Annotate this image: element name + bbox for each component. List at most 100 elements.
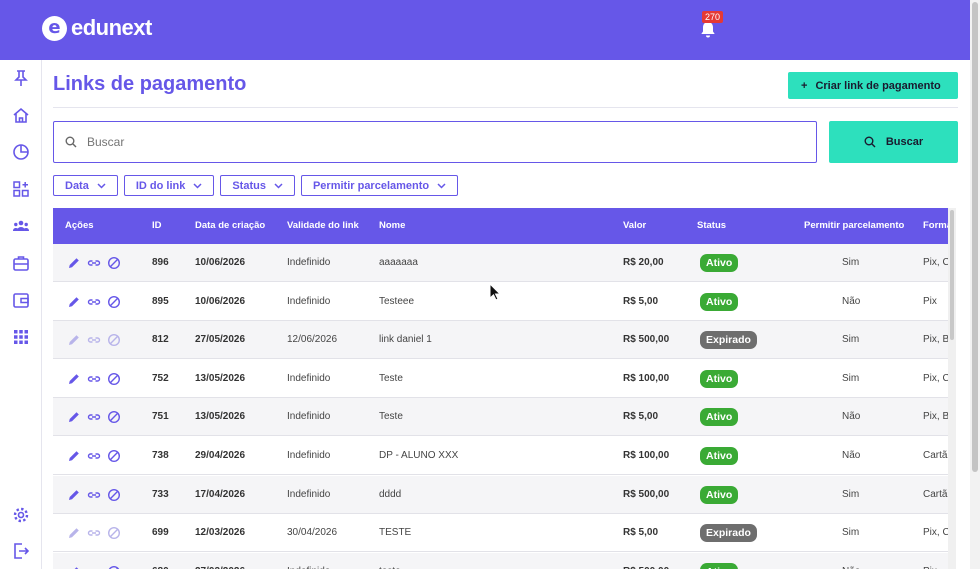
table-row[interactable]: 699 12/03/2026 30/04/2026 TESTE R$ 5,00 Expir… xyxy=(53,514,948,553)
search-field[interactable] xyxy=(53,121,817,163)
cell-value: R$ 100,00 xyxy=(623,450,670,461)
table-scroll-thumb[interactable] xyxy=(950,210,954,340)
cell-value: R$ 5,00 xyxy=(623,527,659,539)
filter-label: ID do link xyxy=(135,179,186,192)
row-actions xyxy=(67,565,121,569)
grid-plus-icon[interactable] xyxy=(11,179,31,199)
cancel-icon[interactable] xyxy=(107,372,121,386)
header-installments: Permitir parcelamento xyxy=(804,220,905,231)
table-header: Ações ID Data de criação Validade do lin… xyxy=(53,208,948,244)
link-icon[interactable] xyxy=(87,488,101,502)
cell-name: aaaaaaa xyxy=(379,257,418,268)
table-row[interactable]: 68027/03/2026IndefinidotesteR$ 500,00Ati… xyxy=(53,552,948,569)
row-actions xyxy=(67,488,121,502)
link-icon[interactable] xyxy=(87,333,101,347)
cancel-icon[interactable] xyxy=(107,449,121,463)
status-badge: Ativo xyxy=(700,292,739,311)
filter-link-id[interactable]: ID do link xyxy=(123,175,215,196)
logout-icon[interactable] xyxy=(11,541,31,561)
users-icon[interactable] xyxy=(11,216,31,236)
settings-icon[interactable] xyxy=(11,505,31,525)
cell-name: Teste xyxy=(379,411,403,423)
edit-icon[interactable] xyxy=(67,333,81,347)
cell-id: 812 xyxy=(152,334,169,346)
pie-chart-icon[interactable] xyxy=(11,142,31,162)
cell-method: Pix, C xyxy=(923,372,948,384)
link-icon[interactable] xyxy=(87,449,101,463)
cell-installments: Sim xyxy=(842,334,860,346)
edit-icon[interactable] xyxy=(67,410,81,424)
link-icon[interactable] xyxy=(87,410,101,424)
logo-mark: e xyxy=(42,15,67,41)
filter-label: Permitir parcelamento xyxy=(312,179,430,192)
wallet-icon[interactable] xyxy=(11,290,31,310)
cell-installments: Não xyxy=(842,295,861,307)
table-row[interactable]: 752 13/05/2026 Indefinido Teste R$ 100,00 Ati… xyxy=(53,360,948,398)
link-icon[interactable] xyxy=(87,372,101,386)
edit-icon[interactable] xyxy=(67,256,81,270)
filter-label: Status xyxy=(232,179,266,192)
cell-method: Cartã xyxy=(923,488,948,500)
home-icon[interactable] xyxy=(11,105,31,125)
filter-bar: Data ID do link Status Permitir parcelam… xyxy=(53,175,459,196)
table-row[interactable]: 733 17/04/2026 Indefinido dddd R$ 500,00 Ativ… xyxy=(53,475,948,514)
edit-icon[interactable] xyxy=(67,488,81,502)
payment-links-table: Ações ID Data de criação Validade do lin… xyxy=(53,208,948,569)
table-row[interactable]: 896 10/06/2026 Indefinido aaaaaaa R$ 20,00 At… xyxy=(53,244,948,282)
filter-date[interactable]: Data xyxy=(53,175,118,196)
table-row[interactable]: 738 29/04/2026 Indefinido DP - ALUNO XXX R$ … xyxy=(53,437,948,475)
link-icon[interactable] xyxy=(87,256,101,270)
edit-icon[interactable] xyxy=(67,295,81,309)
link-icon[interactable] xyxy=(87,295,101,309)
page-scroll-thumb[interactable] xyxy=(972,2,978,472)
search-button[interactable]: Buscar xyxy=(829,121,958,163)
row-actions xyxy=(67,295,121,309)
cell-installments: Não xyxy=(842,411,861,423)
cancel-icon[interactable] xyxy=(107,488,121,502)
edit-icon[interactable] xyxy=(67,449,81,463)
cell-created: 29/04/2026 xyxy=(195,450,246,461)
search-icon xyxy=(65,136,77,148)
search-button-icon xyxy=(864,136,876,148)
brand-logo[interactable]: e edunext xyxy=(42,15,152,41)
title-divider xyxy=(53,107,958,108)
page-title: Links de pagamento xyxy=(53,73,247,95)
link-icon[interactable] xyxy=(87,526,101,540)
pin-icon[interactable] xyxy=(11,68,31,88)
cell-created: 13/05/2026 xyxy=(195,372,246,384)
cell-value: R$ 5,00 xyxy=(623,411,659,423)
table-row[interactable]: 812 27/05/2026 12/06/2026 link daniel 1 R$ 5… xyxy=(53,321,948,360)
cell-method: Pix xyxy=(923,295,937,307)
create-payment-link-button[interactable]: + Criar link de pagamento xyxy=(788,72,958,99)
bell-icon[interactable] xyxy=(700,21,716,39)
cell-method: Pix, C xyxy=(923,527,948,539)
link-icon[interactable] xyxy=(87,565,101,569)
cancel-icon[interactable] xyxy=(107,256,121,270)
notification-badge: 270 xyxy=(702,11,724,23)
cancel-icon[interactable] xyxy=(107,333,121,347)
edit-icon[interactable] xyxy=(67,565,81,569)
cell-id: 752 xyxy=(152,372,169,384)
status-badge: Expirado xyxy=(700,331,757,350)
cancel-icon[interactable] xyxy=(107,295,121,309)
status-badge: Ativo xyxy=(700,485,739,504)
cancel-icon[interactable] xyxy=(107,565,121,569)
filter-status[interactable]: Status xyxy=(220,175,295,196)
apps-icon[interactable] xyxy=(11,327,31,347)
cell-value: R$ 5,00 xyxy=(623,295,659,307)
cancel-icon[interactable] xyxy=(107,410,121,424)
filter-installments[interactable]: Permitir parcelamento xyxy=(300,175,459,196)
briefcase-icon[interactable] xyxy=(11,253,31,273)
header-method: Forma xyxy=(923,220,948,231)
header-validity: Validade do link xyxy=(287,220,359,231)
edit-icon[interactable] xyxy=(67,526,81,540)
table-row[interactable]: 751 13/05/2026 Indefinido Teste R$ 5,00 Ativo… xyxy=(53,398,948,437)
status-badge: Ativo xyxy=(700,447,739,465)
cancel-icon[interactable] xyxy=(107,526,121,540)
cell-validity: Indefinido xyxy=(287,488,331,500)
edit-icon[interactable] xyxy=(67,372,81,386)
cell-created: 27/05/2026 xyxy=(195,334,246,346)
cell-name: Testeee xyxy=(379,295,415,307)
header-actions: Ações xyxy=(65,220,94,231)
search-input[interactable] xyxy=(87,135,687,149)
